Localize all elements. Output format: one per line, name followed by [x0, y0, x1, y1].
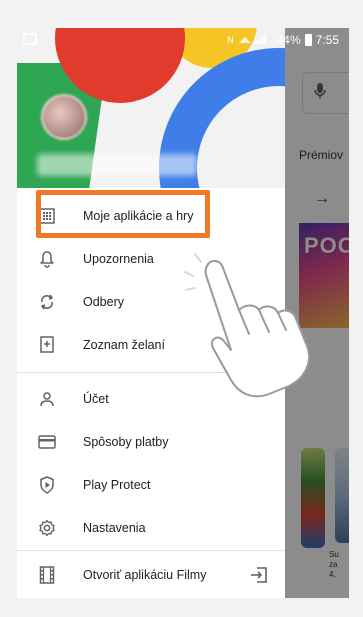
battery-percent: 44%: [276, 33, 301, 47]
clock: 7:55: [315, 33, 339, 47]
person-icon: [37, 389, 57, 409]
svg-text:N: N: [227, 36, 234, 45]
menu-label: Otvoriť aplikáciu Filmy: [83, 567, 207, 582]
menu-item-play-protect[interactable]: Play Protect: [17, 463, 285, 506]
drawer-header: [17, 28, 285, 188]
open-external-icon: [249, 565, 269, 585]
menu-label: Nastavenia: [83, 520, 146, 535]
menu-label: Upozornenia: [83, 251, 154, 266]
bookmark-plus-icon: [37, 335, 57, 355]
menu-label: Odbery: [83, 294, 124, 309]
battery-icon: [304, 34, 312, 46]
notification-icon: [23, 33, 37, 45]
account-name-blurred[interactable]: [37, 154, 197, 176]
pointing-hand-icon: [177, 248, 337, 408]
refresh-icon: [37, 292, 57, 312]
apps-grid-icon: [37, 206, 57, 226]
status-bar: N 44% 7:55: [17, 28, 349, 52]
menu-item-my-apps[interactable]: Moje aplikácie a hry: [17, 194, 285, 237]
signal-icons: N: [227, 33, 271, 48]
menu-item-settings[interactable]: Nastavenia: [17, 506, 285, 549]
phone-screen: Prémiov → POC u ★ Su za 4, nihy N 44% 7:…: [17, 28, 349, 598]
film-icon: [37, 565, 57, 585]
play-protect-icon: [37, 475, 57, 495]
menu-label: Play Protect: [83, 477, 151, 492]
avatar[interactable]: [41, 94, 87, 140]
menu-item-payment-methods[interactable]: Spôsoby platby: [17, 420, 285, 463]
bell-icon: [37, 249, 57, 269]
gear-icon: [37, 518, 57, 538]
credit-card-icon: [37, 432, 57, 452]
menu-label: Spôsoby platby: [83, 434, 169, 449]
menu-item-open-movies[interactable]: Otvoriť aplikáciu Filmy: [17, 550, 285, 598]
menu-label: Účet: [83, 391, 109, 406]
menu-label: Zoznam želaní: [83, 337, 165, 352]
menu-label: Moje aplikácie a hry: [83, 208, 194, 223]
